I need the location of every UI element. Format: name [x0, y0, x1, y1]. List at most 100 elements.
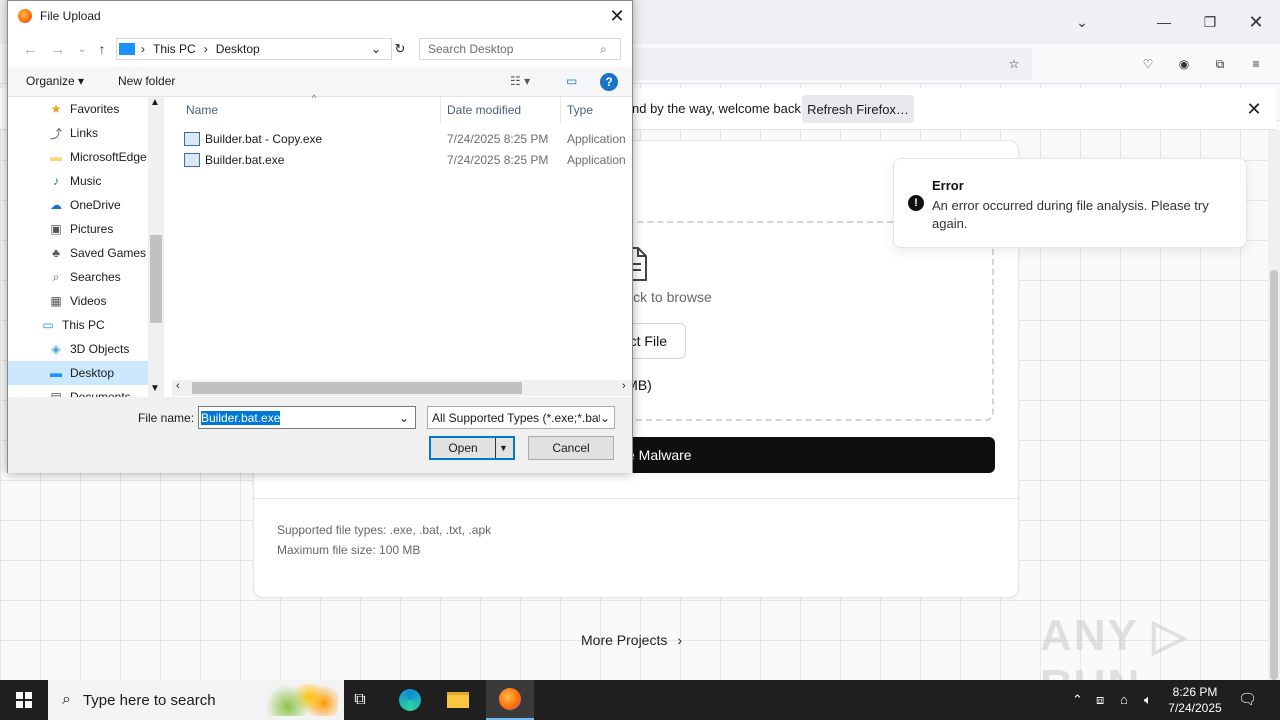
file-type-value: All Supported Types (*.exe;*.bat — [432, 410, 602, 425]
clock-date: 7/24/2025 — [1168, 701, 1222, 715]
view-options-icon[interactable]: ☷ ▾ — [510, 74, 530, 88]
tab-list-chevron-icon[interactable]: ⌄ — [1068, 8, 1096, 36]
breadcrumb-desktop[interactable]: Desktop — [216, 42, 260, 56]
horizontal-scrollbar[interactable]: ‹ › — [172, 380, 632, 396]
account-icon[interactable]: ◉ — [1172, 52, 1196, 76]
cancel-button[interactable]: Cancel — [528, 436, 614, 460]
system-clock[interactable]: 8:26 PM 7/24/2025 — [1162, 684, 1228, 716]
file-row[interactable]: Builder.bat.exe 7/24/2025 8:25 PM Applic… — [184, 150, 632, 170]
nav-item[interactable]: ▦ Videos — [8, 289, 148, 313]
nav-item-label: Favorites — [70, 102, 120, 116]
url-bar[interactable]: ☆ — [600, 48, 1032, 80]
column-separator[interactable] — [440, 97, 441, 123]
address-bar[interactable]: › This PC › Desktop ⌄ — [116, 38, 392, 60]
clock-time: 8:26 PM — [1172, 685, 1218, 699]
scroll-left-icon[interactable]: ‹ — [176, 380, 180, 392]
horizontal-scroll-thumb[interactable] — [192, 382, 522, 394]
search-desktop-input[interactable]: Search Desktop ⌕ — [419, 38, 621, 60]
close-window-button[interactable]: ✕ — [1242, 8, 1270, 36]
menu-icon[interactable]: ≡ — [1244, 52, 1268, 76]
column-name[interactable]: Name — [186, 103, 218, 117]
file-name: Builder.bat - Copy.exe — [205, 132, 323, 146]
nav-item[interactable]: ▭ This PC — [8, 313, 148, 337]
file-name-dropdown-icon[interactable]: ⌄ — [399, 411, 409, 425]
firefox-icon — [18, 9, 32, 23]
nav-scrollbar[interactable]: ▲ ▼ — [148, 97, 164, 397]
breadcrumb-separator-icon: › — [141, 42, 145, 56]
column-date-modified[interactable]: Date modified — [447, 103, 521, 117]
notifications-icon[interactable]: 🗨︎ — [1238, 690, 1257, 708]
minimize-button[interactable]: — — [1150, 8, 1178, 36]
nav-scroll-up-icon[interactable]: ▲ — [150, 97, 160, 108]
chevron-right-icon: › — [677, 632, 683, 648]
nav-item[interactable]: ♣ Saved Games — [8, 241, 148, 265]
edge-app-icon[interactable] — [386, 680, 434, 720]
nav-item[interactable]: ▤ Documents — [8, 385, 148, 397]
refresh-firefox-button[interactable]: Refresh Firefox… — [802, 95, 914, 123]
back-arrow-icon[interactable]: ← — [20, 39, 40, 59]
nav-item[interactable]: ★ Favorites — [8, 97, 148, 121]
nav-scroll-thumb[interactable] — [150, 235, 162, 323]
computer-icon — [119, 43, 135, 55]
column-separator[interactable] — [560, 97, 561, 123]
pocket-icon[interactable]: ♡ — [1136, 52, 1160, 76]
breadcrumb-separator-icon: › — [203, 42, 208, 56]
nav-item[interactable]: ◈ 3D Objects — [8, 337, 148, 361]
search-icon: ⌕ — [52, 269, 60, 284]
search-icon: ⌕ — [600, 41, 607, 56]
close-notice-icon[interactable]: ✕ — [1240, 95, 1268, 123]
nav-item[interactable]: ⤴ Links — [8, 121, 148, 145]
file-date: 7/24/2025 8:25 PM — [447, 153, 549, 167]
nav-item-label: Desktop — [70, 366, 115, 380]
dialog-title: File Upload — [40, 9, 101, 23]
nav-scroll-down-icon[interactable]: ▼ — [150, 383, 160, 394]
organize-menu[interactable]: Organize ▾ — [26, 74, 84, 88]
forward-arrow-icon[interactable]: → — [48, 39, 68, 59]
nav-item[interactable]: ▣ Pictures — [8, 217, 148, 241]
firefox-app-icon[interactable] — [486, 680, 534, 720]
open-dropdown-icon[interactable]: ▼ — [495, 438, 508, 458]
up-arrow-icon[interactable]: ↑ — [92, 39, 112, 59]
chevron-down-icon: ⌄ — [600, 410, 611, 425]
nav-item-label: Music — [70, 174, 102, 188]
taskbar-search-box[interactable]: ⌕ Type here to search — [48, 680, 344, 720]
application-icon — [184, 132, 200, 146]
file-row[interactable]: Builder.bat - Copy.exe 7/24/2025 8:25 PM… — [184, 129, 632, 149]
start-button[interactable] — [0, 680, 48, 720]
nav-item-label: Pictures — [70, 222, 114, 236]
file-name-input[interactable]: Builder.bat.exe ⌄ — [198, 406, 416, 429]
nav-item[interactable]: ☁ OneDrive — [8, 193, 148, 217]
page-scrollbar[interactable] — [1268, 130, 1280, 680]
nav-item[interactable]: ⌕ Searches — [8, 265, 148, 289]
breadcrumb-this-pc[interactable]: This PC — [153, 42, 196, 56]
new-folder-button[interactable]: New folder — [118, 74, 175, 88]
refresh-icon[interactable]: ↻ — [390, 39, 410, 59]
more-projects-link[interactable]: More Projects › — [581, 632, 682, 648]
scroll-right-icon[interactable]: › — [622, 380, 626, 392]
taskbar: ⌕ Type here to search ⧉ ⌃ ⧈ ⌂ 🔈︎ 8:26 PM… — [0, 680, 1280, 720]
file-name-label: File name: — [138, 411, 195, 425]
nav-item[interactable]: ▬ MicrosoftEdge — [8, 145, 148, 169]
help-icon[interactable]: ? — [600, 73, 618, 91]
recent-chevron-icon[interactable]: ⌄ — [72, 39, 92, 59]
dialog-close-icon[interactable]: ✕ — [604, 3, 630, 29]
address-dropdown-icon[interactable]: ⌄ — [371, 42, 381, 56]
nav-item[interactable]: ♪ Music — [8, 169, 148, 193]
supported-types-text: Supported file types: .exe, .bat, .txt, … — [277, 523, 492, 537]
taskbar-search-placeholder: Type here to search — [82, 691, 216, 709]
extensions-icon[interactable]: ⧉ — [1208, 52, 1232, 76]
device-icon[interactable]: ⧈ — [1096, 692, 1104, 708]
links-icon: ⤴ — [49, 126, 62, 141]
network-icon[interactable]: ⌂ — [1120, 692, 1128, 707]
preview-pane-icon[interactable]: ▭ — [566, 74, 577, 88]
file-type-select[interactable]: All Supported Types (*.exe;*.bat ⌄ — [427, 406, 615, 429]
file-explorer-app-icon[interactable] — [434, 680, 482, 720]
volume-icon[interactable]: 🔈︎ — [1144, 692, 1152, 708]
open-button[interactable]: Open ▼ — [429, 436, 515, 460]
task-view-icon[interactable]: ⧉ — [336, 680, 384, 720]
nav-item[interactable]: ▬ Desktop — [8, 361, 148, 385]
bookmark-star-icon[interactable]: ☆ — [1002, 52, 1026, 76]
column-type[interactable]: Type — [567, 103, 593, 117]
tray-chevron-icon[interactable]: ⌃ — [1072, 692, 1083, 708]
restore-button[interactable]: ❐ — [1196, 8, 1224, 36]
